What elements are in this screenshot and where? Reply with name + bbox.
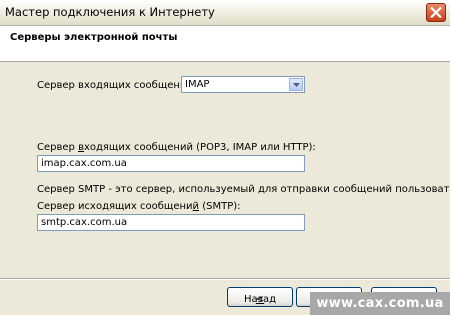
incoming-server-label-part1: Сервер — [37, 142, 79, 153]
close-icon — [430, 7, 442, 18]
wizard-header: Серверы электронной почты — [0, 26, 450, 62]
incoming-server-input[interactable]: imap.cax.com.ua — [37, 155, 305, 172]
outgoing-server-label-part2: (SMTP): — [199, 201, 241, 212]
back-button-text: Назад — [243, 294, 276, 305]
window-title: Мастер подключения к Интернету — [5, 5, 215, 19]
dropdown-button[interactable] — [289, 78, 303, 91]
incoming-server-label: Сервер входящих сообщений (POP3, IMAP ил… — [37, 142, 316, 153]
incoming-server-label-part2: ходящих сообщений (POP3, IMAP или HTTP): — [83, 142, 316, 153]
incoming-type-value: IMAP — [185, 79, 210, 90]
footer-divider — [0, 278, 450, 280]
outgoing-server-value: smtp.cax.com.ua — [41, 217, 128, 228]
watermark: www.cax.com.ua — [310, 292, 450, 315]
outgoing-server-input[interactable]: smtp.cax.com.ua — [37, 214, 305, 231]
back-button[interactable]: < Назад — [227, 287, 293, 307]
outgoing-server-label-part1: Сервер исходящих сообщени — [37, 201, 193, 212]
incoming-type-label: Сервер входящих сообщений: — [37, 80, 197, 91]
chevron-down-icon — [293, 83, 300, 87]
incoming-server-value: imap.cax.com.ua — [41, 158, 127, 169]
page-title: Серверы электронной почты — [10, 32, 178, 43]
title-bar: Мастер подключения к Интернету — [0, 0, 450, 26]
smtp-description: Сервер SMTP - это сервер, используемый д… — [37, 184, 450, 195]
close-button[interactable] — [426, 3, 446, 22]
outgoing-server-label: Сервер исходящих сообщений (SMTP): — [37, 201, 241, 212]
incoming-type-select[interactable]: IMAP — [181, 76, 305, 93]
